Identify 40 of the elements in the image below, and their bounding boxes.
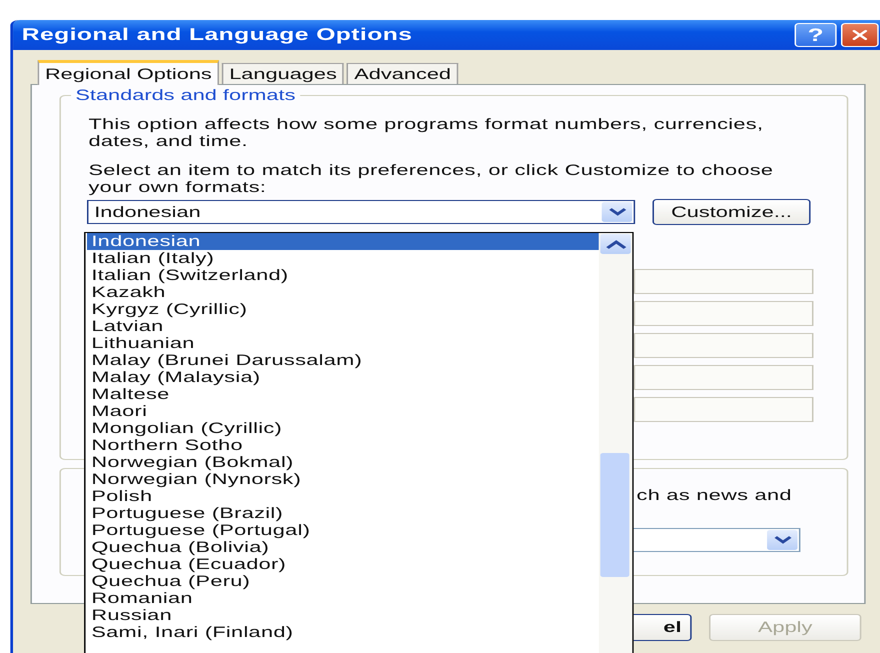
chevron-up-icon xyxy=(605,240,626,248)
list-item[interactable]: Quechua (Ecuador) xyxy=(87,556,599,573)
list-item[interactable]: Mongolian (Cyrillic) xyxy=(87,420,599,437)
window-title: Regional and Language Options xyxy=(22,25,414,45)
scrollbar[interactable] xyxy=(598,233,632,653)
list-item[interactable]: Indonesian xyxy=(87,233,599,250)
list-item[interactable]: Portuguese (Brazil) xyxy=(87,505,599,522)
chevron-down-icon xyxy=(602,202,632,222)
location-description: ch as news and xyxy=(636,487,792,504)
list-item[interactable]: Sami, Inari (Finland) xyxy=(87,624,599,641)
list-item[interactable]: Norwegian (Bokmal) xyxy=(87,454,599,471)
list-item[interactable]: Italian (Italy) xyxy=(87,250,599,267)
list-item[interactable]: Kyrgyz (Cyrillic) xyxy=(87,301,599,318)
customize-button[interactable]: Customize... xyxy=(652,199,811,225)
format-dropdown[interactable]: Indonesian xyxy=(87,200,636,224)
close-button[interactable] xyxy=(841,23,879,47)
list-item[interactable]: Kazakh xyxy=(87,284,599,301)
list-item[interactable]: Polish xyxy=(87,488,599,505)
list-item[interactable]: Portuguese (Portugal) xyxy=(87,522,599,539)
list-item[interactable]: Romanian xyxy=(87,590,599,607)
list-item[interactable]: Quechua (Peru) xyxy=(87,573,599,590)
list-item[interactable]: Malay (Brunei Darussalam) xyxy=(87,352,599,369)
list-item[interactable]: Russian xyxy=(87,607,599,624)
tab[interactable]: Languages xyxy=(222,63,344,84)
chevron-down-icon xyxy=(767,530,798,550)
list-item[interactable]: Northern Sotho xyxy=(87,437,599,454)
scroll-up-button[interactable] xyxy=(600,234,631,254)
list-item[interactable]: Quechua (Bolivia) xyxy=(87,539,599,556)
list-item[interactable]: Malay (Malaysia) xyxy=(87,369,599,386)
scroll-thumb[interactable] xyxy=(600,453,630,577)
list-item[interactable]: Lithuanian xyxy=(87,335,599,352)
list-item[interactable]: Italian (Switzerland) xyxy=(87,267,599,284)
description-text: This option affects how some programs format numbers, currencies, dates, and time. xyxy=(88,116,764,150)
tab[interactable]: Regional Options xyxy=(38,60,220,85)
instruction-text: Select an item to match its preferences, or click Customize to choose your own formats: xyxy=(88,162,774,196)
tab[interactable]: Advanced xyxy=(347,63,458,84)
list-item[interactable]: Norwegian (Nynorsk) xyxy=(87,471,599,488)
list-item[interactable]: Latvian xyxy=(87,318,599,335)
list-item[interactable]: Maltese xyxy=(87,386,599,403)
list-item[interactable]: Maori xyxy=(87,403,599,420)
